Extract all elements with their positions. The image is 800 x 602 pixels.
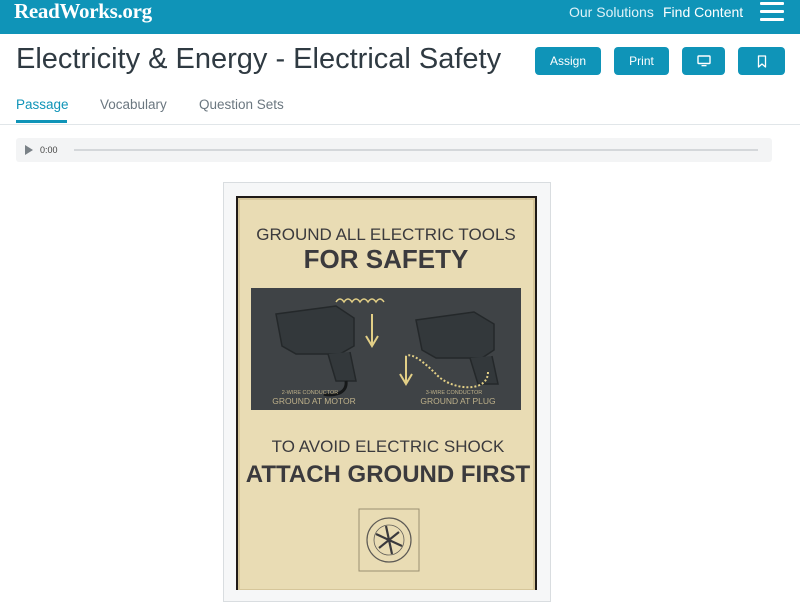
bookmark-icon xyxy=(757,54,766,68)
tab-vocabulary[interactable]: Vocabulary xyxy=(100,97,167,113)
audio-player: 0:00 xyxy=(16,138,772,162)
active-tab-indicator xyxy=(16,120,67,123)
poster-line-4: ATTACH GROUND FIRST xyxy=(246,461,531,488)
tab-question-sets[interactable]: Question Sets xyxy=(199,97,284,113)
nav-our-solutions[interactable]: Our Solutions xyxy=(569,4,654,20)
bookmark-button[interactable] xyxy=(738,47,785,75)
poster-line-3: TO AVOID ELECTRIC SHOCK xyxy=(272,437,505,456)
audio-time: 0:00 xyxy=(40,145,58,155)
right-caption: GROUND AT PLUG xyxy=(420,396,495,406)
nav-find-content[interactable]: Find Content xyxy=(663,4,743,20)
electrical-safety-poster: GROUND ALL ELECTRIC TOOLS FOR SAFETY 2-W… xyxy=(236,196,537,590)
left-caption: GROUND AT MOTOR xyxy=(272,396,356,406)
play-icon[interactable] xyxy=(25,145,33,155)
readworks-logo[interactable]: ReadWorks.org xyxy=(14,0,152,22)
present-button[interactable] xyxy=(682,47,725,75)
top-nav-bar: ReadWorks.org Our Solutions Find Content xyxy=(0,0,800,34)
hamburger-menu-icon[interactable] xyxy=(760,2,786,22)
tabs-divider xyxy=(0,124,800,125)
audio-progress-track[interactable] xyxy=(74,149,758,151)
monitor-icon xyxy=(696,55,711,67)
tab-passage[interactable]: Passage xyxy=(16,97,69,113)
print-button[interactable]: Print xyxy=(614,47,669,75)
page-title: Electricity & Energy - Electrical Safety xyxy=(16,43,502,75)
poster-line-2: FOR SAFETY xyxy=(304,244,469,274)
assign-button[interactable]: Assign xyxy=(535,47,601,75)
poster-line-1: GROUND ALL ELECTRIC TOOLS xyxy=(256,225,515,244)
